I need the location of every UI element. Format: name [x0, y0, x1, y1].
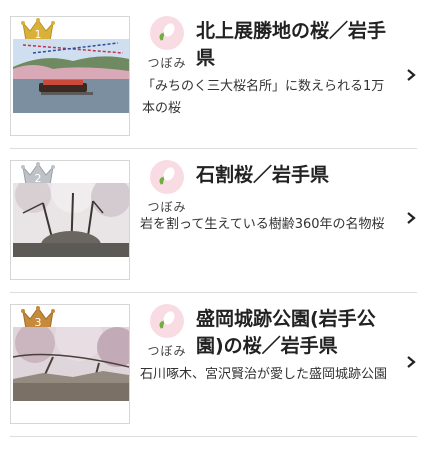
cherry-bud-icon — [159, 167, 175, 185]
divider — [10, 436, 417, 437]
spot-title[interactable]: 盛岡城跡公園(岩手公園)の桜／岩手県 — [196, 306, 396, 360]
ranking-item-3[interactable]: 3 つぼみ 盛岡城跡公園(岩手公園)の桜／岩手県 石川啄木、宮沢賢治が愛した盛岡… — [0, 294, 427, 440]
bloom-status-label: つぼみ — [147, 344, 187, 358]
spot-title[interactable]: 北上展勝地の桜／岩手県 — [196, 18, 396, 72]
cherry-bud-icon — [159, 23, 175, 41]
cherry-bud-icon — [159, 311, 175, 329]
bloom-status-badge: つぼみ — [147, 160, 187, 215]
bloom-circle — [150, 160, 184, 194]
thumbnail-frame: 1 — [10, 16, 130, 136]
spot-description: 「みちのく三大桜名所」に数えられる1万本の桜 — [142, 79, 385, 116]
bloom-status-badge: つぼみ — [147, 16, 187, 71]
photo-stone-cherry — [13, 183, 129, 257]
spot-title[interactable]: 石割桜／岩手県 — [196, 162, 396, 189]
bloom-status-label: つぼみ — [147, 56, 187, 70]
ranking-item-1[interactable]: 1 つぼみ 北上展勝地の桜／岩手県 「みちのく三大桜名所」に数えられる1万本の桜 — [0, 8, 427, 154]
photo-castle-park — [13, 327, 129, 401]
spot-description: 石川啄木、宮沢賢治が愛した盛岡城跡公園 — [140, 367, 388, 382]
bloom-status-label: つぼみ — [147, 200, 187, 214]
bloom-status-badge: つぼみ — [147, 304, 187, 359]
chevron-right-icon[interactable] — [404, 355, 418, 369]
bloom-circle — [150, 304, 184, 338]
divider — [10, 148, 417, 149]
spot-description: 岩を割って生えている樹齢360年の名物桜 — [140, 217, 385, 232]
chevron-right-icon[interactable] — [404, 211, 418, 225]
photo-river-boat — [13, 39, 129, 113]
thumbnail-frame: 3 — [10, 304, 130, 424]
chevron-right-icon[interactable] — [404, 68, 418, 82]
thumbnail-frame: 2 — [10, 160, 130, 280]
divider — [10, 292, 417, 293]
bloom-circle — [150, 16, 184, 50]
ranking-item-2[interactable]: 2 つぼみ 石割桜／岩手県 岩を割って生えている樹齢360年の名物桜 — [0, 150, 427, 296]
